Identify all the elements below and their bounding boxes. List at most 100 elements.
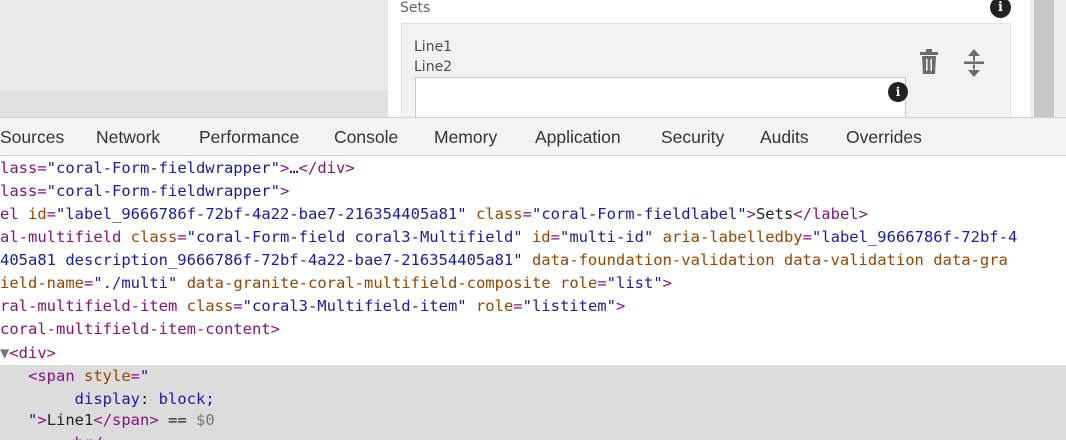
code-token: = <box>597 274 607 292</box>
code-token: "coral-Form-fieldlabel" <box>531 205 747 223</box>
code-token: </label> <box>793 205 868 223</box>
code-token: " <box>140 367 150 385</box>
code-token: el <box>0 205 28 223</box>
dom-node-line[interactable]: lass="coral-Form-fieldwrapper">…</div> <box>0 157 355 180</box>
dom-node-line-selected[interactable]: ">Line1</span> == $0 <box>0 409 215 432</box>
code-token: > <box>615 297 626 315</box>
code-token: style <box>84 367 131 385</box>
dom-node-line-selected[interactable]: display: block; <box>0 388 215 411</box>
code-token: : <box>139 390 159 408</box>
tab-console[interactable]: Console <box>334 118 398 155</box>
page-background <box>0 0 388 90</box>
code-token: = <box>46 205 57 223</box>
code-token: class <box>130 228 178 246</box>
code-token: <div> <box>9 344 57 362</box>
code-token: role <box>559 274 598 292</box>
code-token: = <box>130 367 141 385</box>
page-viewport: Sets i Line1 Line2 i <box>0 0 1066 117</box>
code-token: Line1 <box>46 411 94 429</box>
code-token: ield-name <box>0 274 84 292</box>
info-icon[interactable]: i <box>888 82 908 102</box>
code-token: "label_9666786f-72bf-4 <box>811 228 1018 246</box>
dom-node-line[interactable]: <br/> <box>0 432 112 440</box>
page-background-lower <box>0 90 388 117</box>
dom-node-line-selected[interactable]: <span style=" <box>0 365 149 388</box>
code-token: Sets <box>755 205 794 223</box>
multifield-item: Line1 Line2 i <box>401 23 1011 117</box>
sets-field-label: Sets <box>400 0 431 16</box>
tab-memory[interactable]: Memory <box>434 118 497 155</box>
code-token: lass= <box>0 159 47 177</box>
code-token: "./multi" <box>93 274 178 292</box>
tab-application[interactable]: Application <box>535 118 621 155</box>
code-token: <br/> <box>65 434 112 440</box>
code-token: " <box>28 411 38 429</box>
tab-performance[interactable]: Performance <box>199 118 299 155</box>
page-scrollbar[interactable] <box>1034 0 1054 117</box>
code-token: == <box>158 411 197 429</box>
code-token: id <box>531 228 551 246</box>
code-token: </span> <box>93 411 159 429</box>
code-token: "coral-Form-fieldwrapper" <box>46 159 280 177</box>
dom-node-line[interactable]: ▼<div> <box>0 342 56 365</box>
code-token: coral-multifield-item-content> <box>0 320 280 338</box>
code-token: "coral3-Multifield-item" <box>242 297 467 315</box>
code-token: role <box>475 297 514 315</box>
dom-node-line[interactable]: coral-multifield-item-content> <box>0 318 280 341</box>
trash-icon[interactable] <box>917 49 941 75</box>
tab-network[interactable]: Network <box>96 118 160 155</box>
code-token: "multi-id" <box>559 228 654 246</box>
dom-node-line[interactable]: ield-name="./multi" data-granite-coral-m… <box>0 272 672 295</box>
code-token: = <box>233 297 243 315</box>
line2-label: Line2 <box>414 59 453 75</box>
elements-tree: lass="coral-Form-fieldwrapper">…</div> la… <box>0 156 1066 440</box>
code-token: = <box>550 228 560 246</box>
code-token: > <box>279 159 290 177</box>
dom-node-line[interactable]: ral-multifield-item class="coral3-Multif… <box>0 295 625 318</box>
code-token: 405a81 description_9666786f-72bf-4a22-ba… <box>0 251 523 269</box>
code-token: > <box>279 182 290 200</box>
code-token: $0 <box>196 411 215 429</box>
tab-audits[interactable]: Audits <box>760 118 809 155</box>
code-token: display <box>74 390 140 408</box>
code-token: class <box>186 297 234 315</box>
code-token: > <box>746 205 756 223</box>
dom-node-line[interactable]: al-multifield class="coral-Form-field co… <box>0 226 1017 249</box>
multifield-input[interactable]: i <box>415 77 908 117</box>
dialog-content: Sets i Line1 Line2 i <box>388 0 1030 117</box>
code-token: = <box>177 228 187 246</box>
code-token: aria-labelledby <box>662 228 803 246</box>
code-token: "coral-Form-field coral3-Multifield" <box>186 228 523 246</box>
devtools-tabbar: Sources Network Performance Console Memo… <box>0 117 1066 156</box>
code-token: class <box>475 205 523 223</box>
code-token: > <box>37 411 47 429</box>
code-token: lass= <box>0 182 47 200</box>
reorder-icon[interactable] <box>962 49 986 77</box>
tab-sources[interactable]: Sources <box>0 118 64 155</box>
dom-node-line[interactable]: lass="coral-Form-fieldwrapper"> <box>0 180 289 203</box>
code-token: "coral-Form-fieldwrapper" <box>46 182 280 200</box>
code-token: = <box>84 274 94 292</box>
tab-overrides[interactable]: Overrides <box>846 118 922 155</box>
code-token: = <box>802 228 812 246</box>
dom-node-line[interactable]: el id="label_9666786f-72bf-4a22-bae7-216… <box>0 203 868 226</box>
code-token: = <box>513 297 523 315</box>
code-token: "listitem" <box>522 297 616 315</box>
tab-security[interactable]: Security <box>661 118 724 155</box>
code-token: "list" <box>606 274 663 292</box>
line1-label: Line1 <box>414 39 453 55</box>
info-icon[interactable]: i <box>990 0 1011 18</box>
code-token: … <box>289 159 299 177</box>
dom-node-line[interactable]: 405a81 description_9666786f-72bf-4a22-ba… <box>0 249 1008 272</box>
